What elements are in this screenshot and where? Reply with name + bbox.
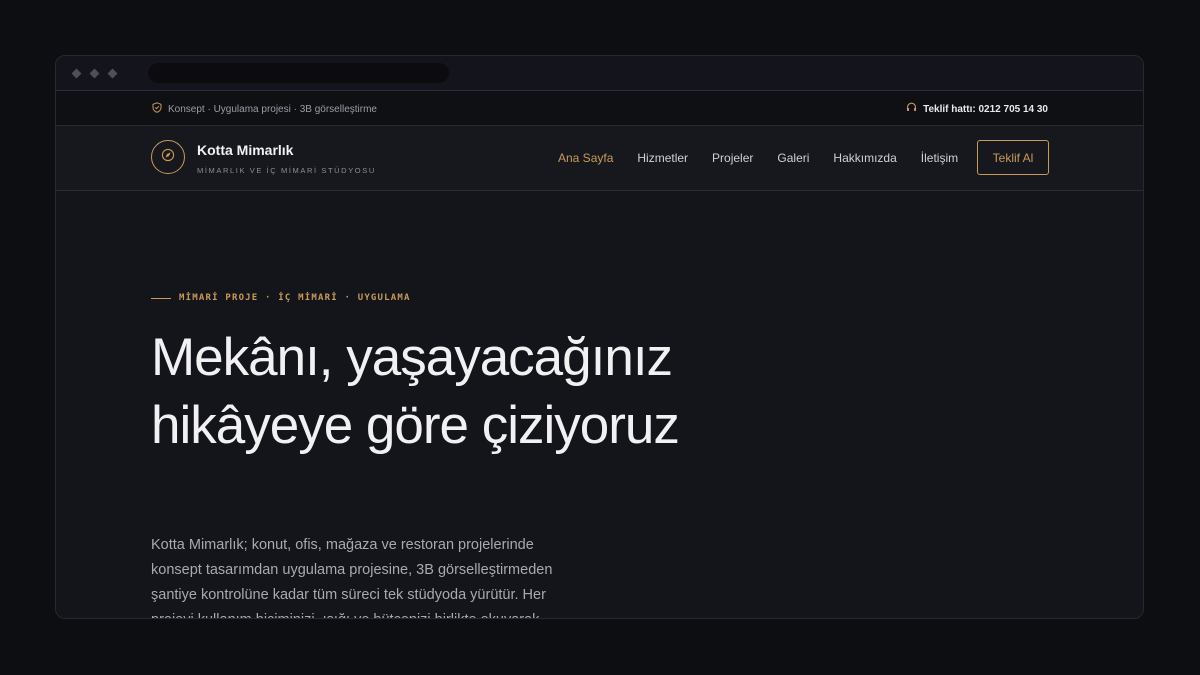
nav-item-ana-sayfa[interactable]: Ana Sayfa (558, 151, 613, 165)
compass-icon (161, 148, 175, 167)
nav-item-hizmetler[interactable]: Hizmetler (637, 151, 688, 165)
brand-tagline: MİMARLIK VE İÇ MİMARİ STÜDYOSU (197, 166, 376, 175)
logo-mark[interactable] (151, 140, 185, 174)
address-bar[interactable] (148, 63, 449, 83)
brand-name[interactable]: Kotta Mimarlık (197, 142, 293, 158)
nav-item-galeri[interactable]: Galeri (777, 151, 809, 165)
nav-item-iletisim[interactable]: İletişim (921, 151, 958, 165)
hero-headline: Mekânı, yaşayacağınız hikâyeye göre çizi… (151, 328, 680, 455)
topbar-phone[interactable]: Teklif hattı: 0212 705 14 30 (923, 104, 1048, 115)
main-navbar: Kotta Mimarlık MİMARLIK VE İÇ MİMARİ STÜ… (56, 126, 1143, 191)
eyebrow-text: MİMARİ PROJE · İÇ MİMARİ · UYGULAMA (179, 293, 411, 303)
hero-eyebrow: MİMARİ PROJE · İÇ MİMARİ · UYGULAMA (151, 293, 411, 303)
nav-menu: Ana Sayfa Hizmetler Projeler Galeri Hakk… (558, 151, 958, 165)
browser-window: Konsept · Uygulama projesi · 3B görselle… (55, 55, 1144, 619)
hero-intro: Kotta Mimarlık; konut, ofis, mağaza ve r… (151, 537, 553, 618)
window-dot-minimize[interactable] (89, 68, 100, 79)
headset-icon (906, 102, 917, 116)
eyebrow-line (151, 297, 171, 299)
topbar-phone-group[interactable]: Teklif hattı: 0212 705 14 30 (906, 102, 1048, 116)
topbar-tagline: Konsept · Uygulama projesi · 3B görselle… (168, 103, 377, 115)
window-dot-close[interactable] (71, 68, 82, 79)
shield-check-icon (152, 102, 162, 116)
top-info-bar: Konsept · Uygulama projesi · 3B görselle… (56, 91, 1143, 126)
nav-item-hakkimizda[interactable]: Hakkımızda (833, 151, 896, 165)
topbar-tagline-group: Konsept · Uygulama projesi · 3B görselle… (152, 102, 377, 116)
window-dot-maximize[interactable] (107, 68, 118, 79)
nav-item-projeler[interactable]: Projeler (712, 151, 753, 165)
browser-chrome (56, 56, 1143, 91)
teklif-al-button[interactable]: Teklif Al (977, 140, 1049, 175)
